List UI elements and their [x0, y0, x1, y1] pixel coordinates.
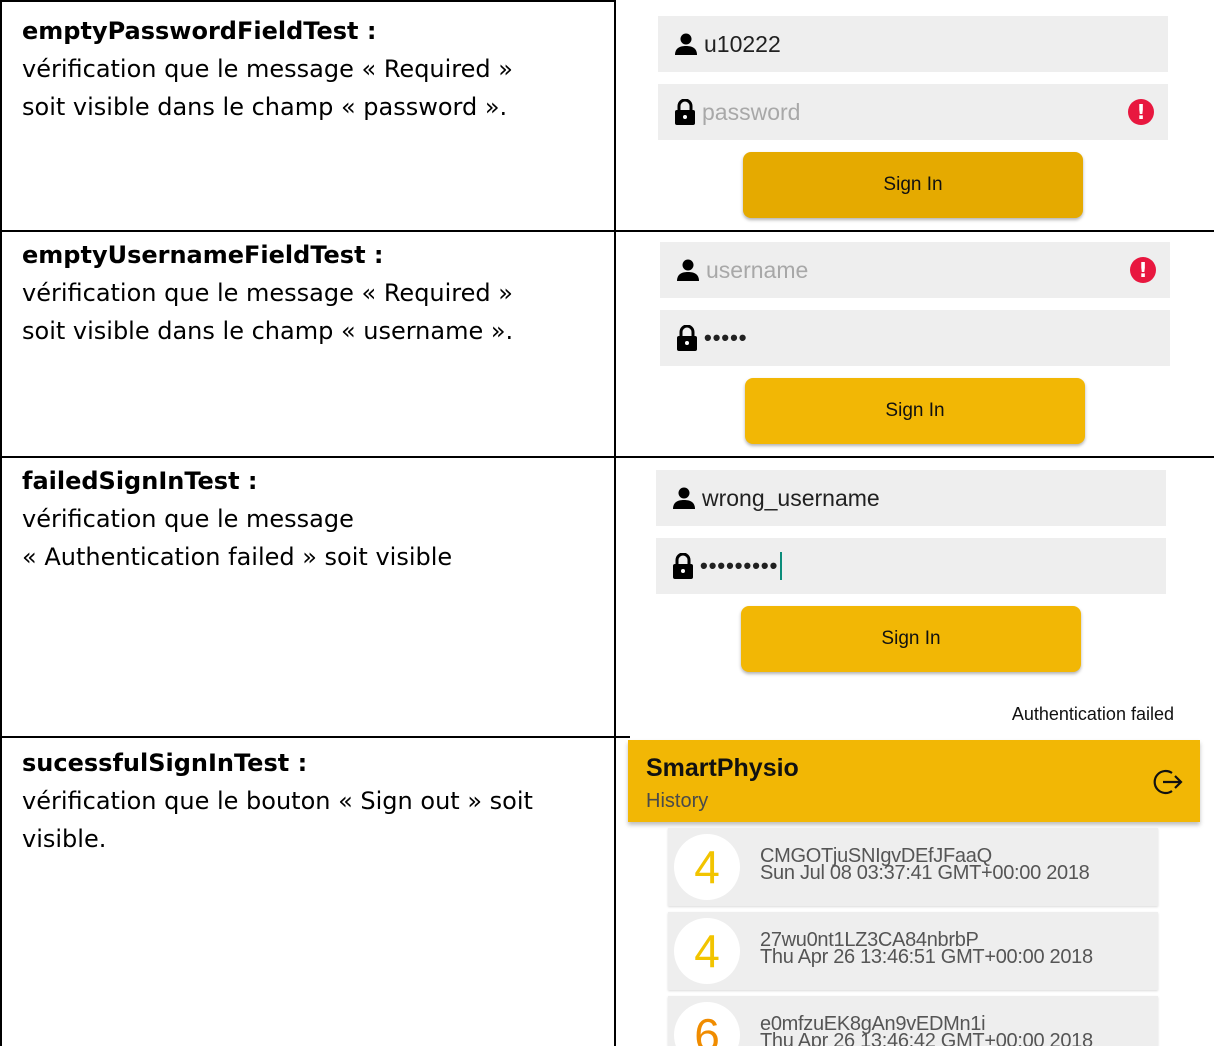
username-value: u10222 [704, 30, 781, 57]
table-border-middle [614, 0, 616, 1046]
history-item[interactable]: 4 CMGOTjuSNIgvDEfJFaaQ Sun Jul 08 03:37:… [668, 828, 1158, 906]
password-field[interactable]: password ! [658, 84, 1168, 140]
user-icon [674, 33, 698, 55]
error-icon: ! [1130, 257, 1156, 283]
authentication-failed-message: Authentication failed [1011, 704, 1174, 724]
test-text: vérification que le message [22, 505, 354, 533]
password-field[interactable]: ••••••••• [656, 538, 1166, 594]
table-row-divider-1 [0, 230, 1214, 232]
password-value: ••••••••• [700, 553, 779, 578]
session-date: Sun Jul 08 03:37:41 GMT+00:00 2018 [760, 862, 1090, 884]
test-title: emptyPasswordFieldTest : [22, 17, 377, 45]
table-border-top [0, 0, 615, 2]
password-placeholder: password [702, 98, 801, 125]
app-subtitle: History [646, 790, 709, 812]
test-title: emptyUsernameFieldTest : [22, 241, 384, 269]
sign-in-button[interactable]: Sign In [745, 378, 1085, 444]
username-field[interactable]: username ! [660, 242, 1170, 298]
test-description-4: sucessfulSignInTest : vérification que l… [22, 744, 602, 858]
score-badge: 6 [674, 1002, 740, 1046]
app-title: SmartPhysio [646, 754, 799, 782]
lock-icon [672, 553, 694, 579]
username-value: wrong_username [702, 484, 880, 511]
table-row-divider-3 [0, 736, 630, 738]
sign-out-icon[interactable] [1152, 766, 1184, 798]
test-description-2: emptyUsernameFieldTest : vérification qu… [22, 236, 602, 350]
username-field[interactable]: u10222 [658, 16, 1168, 72]
session-date: Thu Apr 26 13:46:51 GMT+00:00 2018 [760, 946, 1093, 968]
lock-icon [676, 325, 698, 351]
score-badge: 4 [674, 918, 740, 984]
table-border-left [0, 0, 2, 1046]
username-placeholder: username [706, 256, 809, 283]
username-field[interactable]: wrong_username [656, 470, 1166, 526]
test-text: vérification que le message « Required »… [22, 55, 513, 121]
sign-in-button[interactable]: Sign In [743, 152, 1083, 218]
text-cursor [780, 552, 783, 580]
test-text: « Authentication failed » soit visible [22, 543, 453, 571]
session-date: Thu Apr 26 13:46:42 GMT+00:00 2018 [760, 1030, 1093, 1046]
lock-icon [674, 99, 696, 125]
table-row-divider-2 [0, 456, 1214, 458]
test-text: vérification que le message « Required »… [22, 279, 514, 345]
test-title: failedSignInTest : [22, 467, 258, 495]
user-icon [672, 487, 696, 509]
history-item[interactable]: 4 27wu0nt1LZ3CA84nbrbP Thu Apr 26 13:46:… [668, 912, 1158, 990]
score-badge: 4 [674, 834, 740, 900]
sign-in-button[interactable]: Sign In [741, 606, 1081, 672]
history-item[interactable]: 6 e0mfzuEK8gAn9vEDMn1i Thu Apr 26 13:46:… [668, 996, 1158, 1046]
test-description-3: failedSignInTest : vérification que le m… [22, 462, 602, 576]
password-field[interactable]: ••••• [660, 310, 1170, 366]
password-value: ••••• [704, 325, 748, 350]
test-description-1: emptyPasswordFieldTest : vérification qu… [22, 12, 602, 126]
test-title: sucessfulSignInTest : [22, 749, 308, 777]
test-text: vérification que le bouton « Sign out » … [22, 787, 533, 853]
app-bar: SmartPhysio History [628, 740, 1200, 822]
error-icon: ! [1128, 99, 1154, 125]
user-icon [676, 259, 700, 281]
